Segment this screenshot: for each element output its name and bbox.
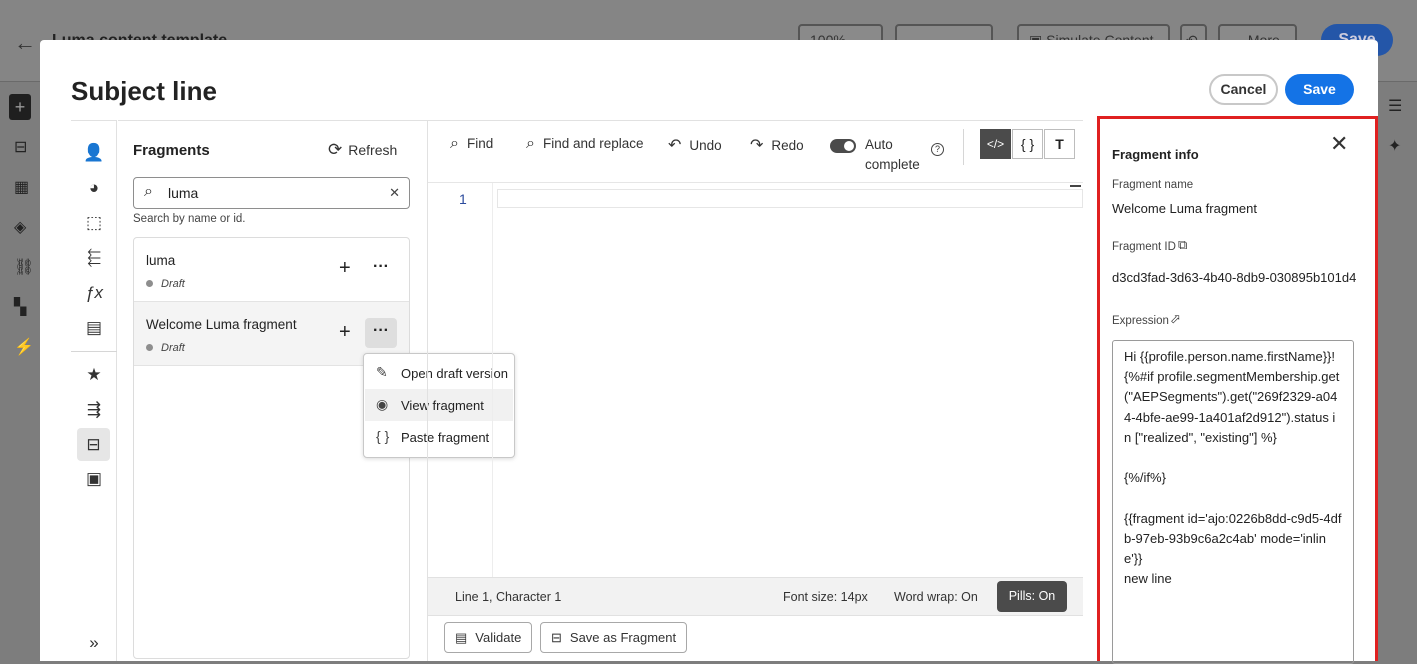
- app-left-rail: + ⊟ ▦ ◈ ⛓ ▚ ⚡: [0, 82, 40, 661]
- audience-icon[interactable]: ◕: [83, 177, 105, 199]
- auto-complete-toggle[interactable]: [830, 139, 856, 153]
- braces-view-icon[interactable]: { }: [1012, 129, 1043, 159]
- search-icon: ⌕: [450, 135, 459, 152]
- add-icon[interactable]: +: [9, 94, 31, 120]
- grid-icon[interactable]: ▚: [14, 297, 26, 317]
- fragment-id-label: Fragment ID: [1112, 241, 1176, 253]
- search-input[interactable]: luma: [168, 185, 198, 201]
- link-icon[interactable]: ⛓: [14, 257, 34, 277]
- journey-icon[interactable]: ⇶: [83, 399, 105, 421]
- line-gutter: 1: [428, 183, 493, 578]
- more-actions-icon[interactable]: ···: [365, 318, 397, 348]
- redo-icon: ↷: [750, 137, 764, 154]
- editor-actions: ▤ Validate ⊟ Save as Fragment: [428, 615, 1083, 662]
- fragment-name-label: Fragment name: [1112, 179, 1194, 191]
- fragment-name-value: Welcome Luma fragment: [1112, 201, 1257, 216]
- fragment-icon: ⊟: [551, 630, 562, 645]
- word-wrap-status[interactable]: Word wrap: On: [894, 590, 978, 604]
- add-icon[interactable]: +: [339, 257, 351, 280]
- search-hint: Search by name or id.: [133, 213, 246, 225]
- font-size-status[interactable]: Font size: 14px: [783, 590, 868, 604]
- status-badge: Draft: [146, 278, 185, 290]
- back-arrow-icon[interactable]: ←: [14, 30, 36, 56]
- fragment-name: Welcome Luma fragment: [146, 317, 297, 332]
- code-area[interactable]: 1: [428, 182, 1083, 578]
- rail-divider: [71, 351, 117, 352]
- eye-icon: ◉: [376, 396, 389, 412]
- refresh-icon: ⟳: [328, 140, 343, 159]
- save-as-fragment-button[interactable]: ⊟ Save as Fragment: [540, 622, 688, 653]
- subject-line-dialog: Subject line Cancel Save 👤 ◕ ⬚ ⬱ ƒx ▤ ★ …: [40, 40, 1378, 664]
- fragment-name: luma: [146, 253, 176, 268]
- text-view-icon[interactable]: T: [1044, 129, 1075, 159]
- template-icon[interactable]: ▣: [83, 468, 105, 490]
- add-icon[interactable]: +: [339, 321, 351, 344]
- validate-icon: ▤: [455, 630, 468, 645]
- expression-label: Expression: [1112, 315, 1169, 327]
- save-button[interactable]: Save: [1285, 74, 1354, 105]
- clear-icon[interactable]: ✕: [389, 185, 400, 201]
- layers-icon[interactable]: ◈: [14, 217, 26, 237]
- undo-button[interactable]: ↶ Undo: [668, 135, 722, 155]
- search-field[interactable]: ⌕ luma ✕: [133, 177, 410, 209]
- settings-sliders-icon[interactable]: ☰: [1388, 96, 1402, 116]
- profile-icon[interactable]: 👤: [83, 142, 105, 164]
- collapse-icon[interactable]: [1070, 185, 1081, 187]
- edit-icon: ✎: [376, 364, 388, 380]
- function-icon[interactable]: ƒx: [83, 282, 105, 304]
- line-number: 1: [459, 191, 467, 207]
- open-expression-icon[interactable]: ⬀: [1170, 311, 1181, 327]
- magic-wand-icon[interactable]: ✦: [1388, 136, 1401, 156]
- more-actions-icon[interactable]: ···: [365, 254, 397, 284]
- braces-icon: { }: [376, 428, 390, 444]
- fragments-title: Fragments: [133, 142, 210, 159]
- status-badge: Draft: [146, 342, 185, 354]
- undo-icon: ↶: [668, 137, 682, 154]
- app-right-rail: ☰ ✦: [1378, 82, 1417, 661]
- cursor-position: Line 1, Character 1: [455, 590, 562, 604]
- image-icon[interactable]: ▦: [14, 177, 29, 197]
- pills-toggle[interactable]: Pills: On: [997, 581, 1067, 612]
- auto-complete-label: Auto complete: [865, 137, 920, 172]
- layout-icon[interactable]: ⊟: [14, 137, 27, 157]
- validate-button[interactable]: ▤ Validate: [444, 622, 533, 653]
- fragment-info-title: Fragment info: [1112, 147, 1199, 162]
- editor-status-bar: Line 1, Character 1 Font size: 14px Word…: [428, 577, 1083, 615]
- expand-chevron-icon[interactable]: »: [83, 632, 105, 654]
- cancel-button[interactable]: Cancel: [1209, 74, 1278, 105]
- refresh-button[interactable]: ⟳ Refresh: [328, 140, 397, 160]
- close-icon[interactable]: ✕: [1330, 131, 1348, 157]
- expression-textarea[interactable]: Hi {{profile.person.name.firstName}}! {%…: [1112, 340, 1354, 664]
- fragment-info-panel: Fragment info ✕ Fragment name Welcome Lu…: [1097, 116, 1378, 664]
- fragment-id-value: d3cd3fad-3d63-4b40-8db9-030895b101d4: [1112, 270, 1357, 285]
- code-view-icon[interactable]: </>: [980, 129, 1011, 159]
- helper-icon[interactable]: ▤: [83, 317, 105, 339]
- copy-icon[interactable]: ⧉: [1178, 237, 1187, 253]
- help-icon[interactable]: ?: [931, 143, 944, 156]
- search-icon: ⌕: [144, 183, 153, 200]
- lightning-icon[interactable]: ⚡: [14, 337, 34, 357]
- fragment-icon[interactable]: ⊟: [77, 428, 110, 461]
- find-replace-icon: ⌕: [526, 135, 535, 152]
- find-replace-button[interactable]: ⌕ Find and replace: [526, 135, 644, 153]
- toolbar-divider: [963, 129, 964, 165]
- context-icon[interactable]: ⬚: [83, 212, 105, 234]
- find-button[interactable]: ⌕ Find: [450, 135, 493, 153]
- personalization-rail: 👤 ◕ ⬚ ⬱ ƒx ▤ ★ ⇶ ⊟ ▣ »: [71, 120, 117, 661]
- current-line[interactable]: [497, 189, 1083, 208]
- redo-button[interactable]: ↷ Redo: [750, 135, 804, 155]
- offer-icon[interactable]: ⬱: [83, 247, 105, 269]
- favorites-icon[interactable]: ★: [83, 364, 105, 386]
- list-item[interactable]: luma Draft + ···: [134, 238, 409, 302]
- expression-editor: ⌕ Find ⌕ Find and replace ↶ Undo ↷ Redo Auto…: [427, 120, 1083, 661]
- dialog-title: Subject line: [71, 76, 217, 106]
